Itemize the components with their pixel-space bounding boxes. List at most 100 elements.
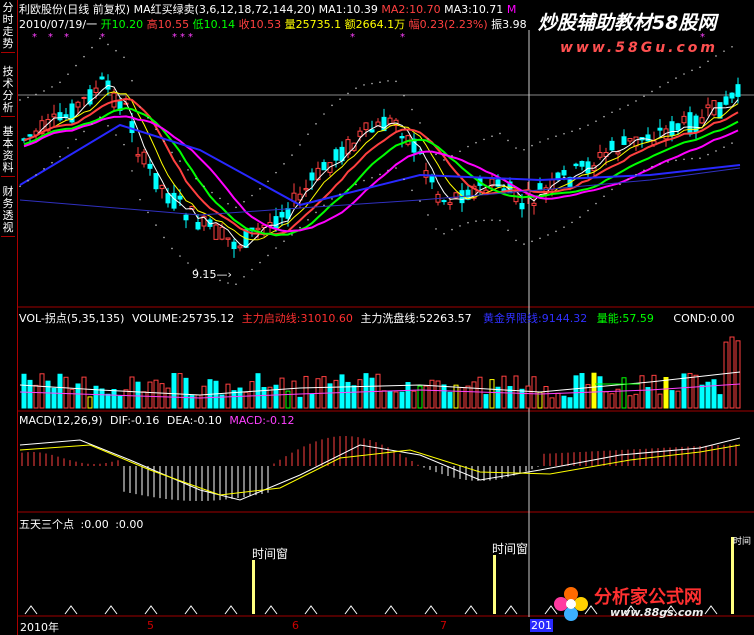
time-window-bar	[731, 537, 734, 614]
band-dot-lower	[27, 179, 29, 182]
band-dot-lower	[651, 165, 653, 168]
band-dot-lower	[187, 262, 189, 264]
x-axis-label-may: 5	[147, 619, 154, 632]
volume-bar	[435, 380, 441, 409]
signal-triangle	[264, 605, 278, 615]
volume-bar	[717, 394, 723, 409]
band-dot-lower	[283, 240, 285, 242]
candle-body	[675, 123, 681, 131]
volume-bar	[129, 376, 135, 409]
band-dot-lower	[555, 230, 557, 233]
candle-body	[309, 172, 315, 181]
volume-bar	[615, 388, 621, 409]
star-marker: *	[172, 32, 177, 43]
band-dot-upper	[307, 133, 309, 135]
band-dot-lower	[171, 247, 173, 250]
volume-bar	[483, 394, 489, 409]
low-price-annotation: 9.15—›	[192, 268, 232, 281]
candle-body	[183, 214, 189, 221]
band-dot-upper	[451, 154, 453, 157]
band-dot-upper	[395, 80, 397, 83]
band-dot-lower	[363, 179, 365, 182]
band-dot-lower	[59, 155, 61, 158]
band-dot-lower	[107, 125, 109, 127]
candle-body	[717, 102, 723, 119]
band-dot-upper	[27, 96, 29, 99]
band-dot-lower	[115, 134, 117, 136]
band-dot-upper	[659, 86, 661, 88]
band-dot-upper	[587, 124, 589, 126]
volume-bar	[321, 376, 327, 409]
band-dot-upper	[179, 160, 181, 162]
candle-body	[573, 163, 579, 167]
candle-body	[687, 112, 693, 135]
tab-fundamentals[interactable]: 基本资料	[1, 124, 15, 177]
band-dot-upper	[643, 95, 645, 98]
band-dot-upper	[403, 94, 405, 97]
candle-body	[81, 96, 87, 99]
signal-indicator-name: 五天三个点	[19, 518, 74, 531]
volume-bar	[501, 375, 507, 409]
tab-technical[interactable]: 技术分析	[1, 64, 15, 117]
volume-bar	[591, 372, 597, 409]
volume-panel-header: VOL-拐点(5,35,135) VOLUME:25735.12 主力启动线:3…	[19, 310, 472, 326]
tab-intraday[interactable]: 分时走势	[1, 0, 15, 53]
volume-bar	[441, 384, 447, 409]
band-dot-upper	[411, 108, 413, 111]
candle-body	[555, 172, 561, 179]
signal-value-1: :0.00	[80, 518, 109, 531]
macd-reading: MACD:-0.12	[229, 414, 295, 427]
candle-body	[153, 173, 159, 190]
band-dot-upper	[59, 81, 61, 84]
candle-body	[225, 237, 231, 240]
signal-triangle	[104, 605, 118, 615]
candle-body	[75, 101, 81, 108]
volume-bar	[609, 393, 615, 409]
volume-bar	[303, 375, 309, 409]
band-dot-upper	[147, 117, 149, 119]
volume-bar	[489, 379, 495, 409]
band-dot-upper	[627, 104, 629, 107]
band-dot-lower	[475, 220, 477, 222]
candle-body	[579, 160, 585, 167]
candle-body	[177, 195, 183, 200]
candle-body	[165, 193, 171, 204]
macd-indicator-name: MACD(12,26,9)	[19, 414, 103, 427]
band-dot-upper	[427, 138, 429, 140]
macd-dea-line	[19, 444, 741, 496]
volume-reading: VOLUME:25735.12	[131, 312, 235, 325]
band-dot-upper	[443, 159, 445, 161]
volume-bar	[393, 391, 399, 409]
band-dot-upper	[299, 144, 301, 146]
volume-bar	[171, 373, 177, 409]
band-dot-lower	[347, 188, 349, 191]
volume-bar	[447, 391, 453, 409]
signal-triangle	[424, 605, 438, 615]
candle-body	[51, 113, 57, 118]
main-wash-line: 主力洗盘线:52263.57	[360, 312, 472, 325]
volume-bar	[75, 383, 81, 409]
volume-bar	[333, 379, 339, 409]
band-dot-upper	[555, 135, 557, 138]
header-line-1: 利欧股份(日线 前复权) MA红买绿卖(3,6,12,18,72,144,20)…	[19, 1, 516, 17]
band-dot-lower	[659, 163, 661, 165]
band-dot-lower	[731, 142, 733, 144]
band-dot-lower	[307, 219, 309, 221]
x-axis-label-jul: 7	[440, 619, 447, 632]
volume-bar	[39, 373, 45, 409]
candle-body	[657, 127, 663, 131]
band-dot-lower	[419, 200, 421, 202]
volume-bar	[183, 377, 189, 409]
band-dot-lower	[123, 143, 125, 146]
band-dot-upper	[75, 64, 77, 67]
band-dot-lower	[603, 195, 605, 198]
signal-triangle	[64, 605, 78, 615]
close-value: 收10.53	[238, 18, 282, 31]
volume-bar	[699, 384, 705, 409]
time-window-label-3: 时间	[733, 537, 752, 547]
band-dot-upper	[635, 100, 637, 102]
band-dot-upper	[43, 90, 45, 92]
watermark-bottom-url: www.88gs.com	[610, 606, 704, 619]
tab-financials[interactable]: 财务透视	[1, 184, 15, 237]
band-dot-upper	[291, 154, 293, 156]
